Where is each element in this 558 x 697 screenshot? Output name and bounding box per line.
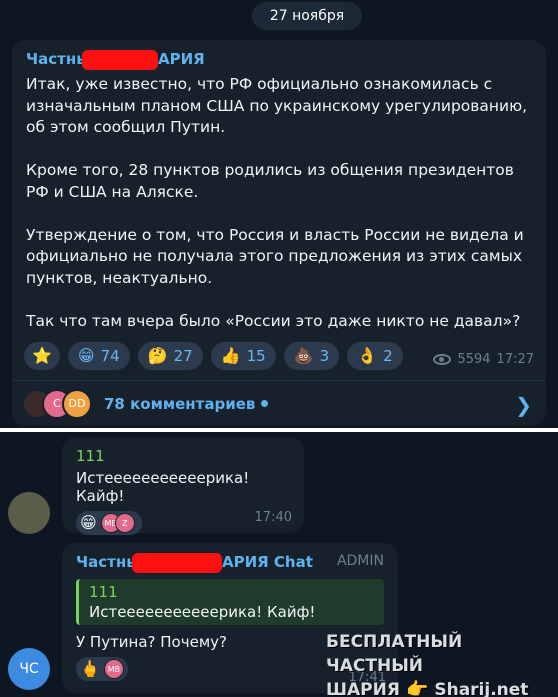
poop-icon: 💩 [293, 346, 314, 365]
reaction-count: 74 [100, 347, 120, 365]
reaction-thinking[interactable]: 🤔 27 [137, 342, 203, 370]
reaction-count: 3 [319, 347, 330, 365]
watermark-line1: БЕСПЛАТНЫЙ ЧАСТНЫЙ [326, 632, 463, 676]
user-avatar[interactable] [8, 492, 50, 534]
view-count: 5594 [457, 352, 491, 367]
quote-number: 111 [89, 583, 118, 601]
reaction-star[interactable]: ⭐ [24, 342, 60, 370]
thumbs-up-icon: 👍 [220, 346, 241, 365]
grin-icon: 😁 [80, 513, 97, 532]
ok-hand-icon: 👌 [357, 346, 378, 365]
comments-button[interactable]: С DD 78 комментариев ❯ [12, 380, 546, 426]
star-icon: ⭐ [32, 346, 52, 365]
post-paragraph: Так что там вчера было «России это даже … [26, 311, 521, 330]
reaction-count: 15 [246, 347, 266, 365]
redaction-mark [132, 553, 222, 573]
watermark-line2: ШАРИЯ 👉 Sharij.net [326, 678, 548, 697]
sender-name-start: Частнь [26, 50, 86, 68]
date-separator: 27 ноября [252, 2, 362, 30]
post-paragraph: Утверждение о том, что Россия и власть Р… [26, 225, 524, 287]
post-meta: 5594 17:27 [433, 352, 534, 367]
reaction-ok-hand[interactable]: 👌 2 [347, 342, 403, 370]
reaction-thumbs-up[interactable]: 👍 15 [210, 342, 276, 370]
reaction-count: 27 [173, 347, 193, 365]
unread-dot-icon [261, 400, 269, 407]
grin-icon: 😁 [77, 346, 95, 365]
reaction-count: 2 [383, 347, 393, 365]
post-time: 17:27 [496, 352, 534, 367]
sender-name-start: Частнь [76, 553, 136, 571]
post-text: Итак, уже известно, что РФ официально оз… [26, 74, 532, 332]
sender-name-end: АРИЯ Chat [222, 553, 313, 571]
reaction-grin[interactable]: 😁 74 [67, 342, 130, 370]
watermark: БЕСПЛАТНЫЙ ЧАСТНЫЙ ШАРИЯ 👉 Sharij.net [326, 630, 548, 697]
comments-count: 78 комментариев [104, 394, 256, 413]
watermark-name: ШАРИЯ [326, 680, 400, 697]
pointing-hand-icon: 👉 [405, 679, 429, 697]
post-paragraph: Кроме того, 28 пунктов родились из общен… [26, 161, 514, 201]
eye-icon [433, 354, 452, 365]
post-paragraph: Итак, уже известно, что РФ официально оз… [26, 75, 528, 136]
reply-quote[interactable]: 111 Истееееееееееерика! Кайф! [76, 579, 384, 625]
chat-avatar[interactable]: ЧС [8, 648, 50, 690]
watermark-site: Sharij.net [434, 680, 529, 697]
middle-finger-icon: 🖕 [80, 659, 100, 678]
reactor-avatar: MB [103, 659, 124, 679]
redaction-mark [82, 50, 158, 70]
reaction-poop[interactable]: 💩 3 [283, 342, 340, 370]
reactor-avatar: Z [114, 513, 135, 533]
chevron-right-icon: ❯ [515, 393, 532, 417]
reactions-row: ⭐ 😁 74 🤔 27 👍 15 💩 3 👌 2 [24, 342, 403, 370]
comment-bubble[interactable]: 111 Истееееееееееерика! Кайф! 😁 MB Z 17:… [62, 437, 304, 535]
commenter-avatar: DD [62, 388, 92, 419]
comment-number: 111 [76, 447, 105, 465]
reply-reaction[interactable]: 🖕 MB [76, 657, 128, 681]
post-sender[interactable]: Частнь АРИЯ [26, 50, 532, 70]
quote-text: Истееееееееееерика! Кайф! [89, 603, 316, 621]
channel-post[interactable]: Частнь АРИЯ Итак, уже известно, что РФ оф… [12, 40, 546, 426]
admin-badge: ADMIN [336, 553, 384, 569]
thinking-icon: 🤔 [147, 346, 168, 365]
comment-text: Истееееееееееерика! Кайф! [76, 469, 250, 505]
comment-reaction[interactable]: 😁 MB Z [76, 511, 142, 535]
sender-name-end: АРИЯ [158, 50, 205, 68]
comment-time: 17:40 [254, 510, 292, 525]
